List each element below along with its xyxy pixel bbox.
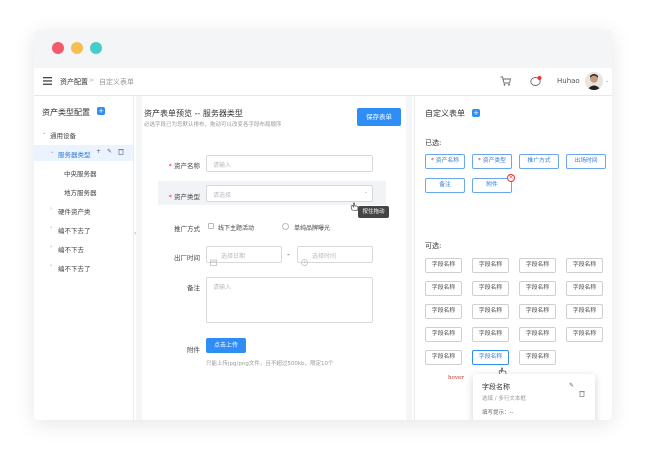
available-field[interactable]: 字段名称: [566, 281, 603, 296]
edit-icon[interactable]: ✎: [569, 382, 574, 389]
promo-method-label: 推广方式: [174, 225, 200, 233]
save-form-button[interactable]: 保存表单: [357, 108, 401, 126]
custom-form-title: 自定义表单: [425, 109, 465, 118]
chevron-down-icon[interactable]: ⌄: [605, 78, 609, 84]
sidebar-tree-item[interactable]: 硬件资产类: [58, 206, 91, 216]
upload-button[interactable]: 点击上传: [206, 338, 246, 353]
tree-toggle-icon[interactable]: ⌄: [42, 130, 47, 136]
date-separator: -: [287, 250, 290, 259]
selected-title: 已选:: [425, 139, 442, 147]
selected-field-tag[interactable]: 附件: [472, 178, 512, 193]
add-asset-type-button[interactable]: +: [97, 107, 105, 115]
asset-name-input[interactable]: 请输入: [206, 155, 373, 172]
clock-icon: [301, 251, 308, 270]
delete-icon[interactable]: [118, 148, 124, 157]
app-window: 资产配置 > 自定义表单 Huhao ⌄ 资产类型配置 + ⌄ 通用设备 ⌄ 服务器类…: [34, 30, 612, 420]
minimize-window-dot[interactable]: [71, 42, 83, 54]
available-field[interactable]: 字段名称: [425, 350, 462, 365]
add-custom-field-button[interactable]: +: [472, 109, 480, 117]
selected-field-tag[interactable]: 备注: [425, 178, 465, 193]
remove-tag-icon[interactable]: ×: [507, 174, 515, 182]
available-title: 可选:: [425, 242, 442, 250]
selected-field-tag[interactable]: 出场时间: [566, 154, 606, 169]
promo-offline-checkbox[interactable]: [208, 223, 214, 229]
available-field[interactable]: 字段名称: [425, 281, 462, 296]
message-icon[interactable]: [530, 76, 542, 89]
sidebar-tree-item[interactable]: 地方服务器: [64, 187, 97, 197]
note-textarea[interactable]: 请输入: [206, 277, 373, 323]
asset-type-select[interactable]: 请选择: [206, 185, 373, 202]
sidebar-tree-item[interactable]: 服务器类型: [58, 149, 91, 159]
top-navbar: 资产配置 > 自定义表单 Huhao ⌄: [34, 68, 612, 96]
preview-card: 资产表单预览 -- 服务器类型 必选字段已为您默认排布，拖动可以改变各字段布局顺…: [142, 96, 406, 420]
window-titlebar: [34, 30, 612, 68]
custom-form-panel: 自定义表单 + 已选: * 资产名称 * 资产类型 推广方式 出场时间备注 附件 × 可选…: [414, 96, 612, 420]
chevron-down-icon: ⌄: [364, 189, 369, 195]
available-field[interactable]: 字段名称: [425, 258, 462, 273]
cart-icon[interactable]: [500, 76, 512, 88]
available-field[interactable]: 字段名称: [519, 304, 556, 319]
delete-icon[interactable]: [579, 382, 585, 401]
popup-field-type: 选填 / 多行文本框: [482, 396, 526, 402]
attachment-label: 附件: [187, 346, 200, 354]
breadcrumb-root[interactable]: 资产配置: [60, 77, 88, 87]
available-field[interactable]: 字段名称: [519, 258, 556, 273]
promo-offline-label[interactable]: 线下主题活动: [218, 223, 254, 232]
breadcrumb-separator: >: [89, 77, 95, 84]
available-field[interactable]: 字段名称: [425, 304, 462, 319]
add-icon[interactable]: +: [96, 148, 101, 155]
field-detail-popup: 字段名称 ✎ 选填 / 多行文本框 填写提示：--: [473, 374, 595, 420]
promo-brand-label[interactable]: 单纯品牌曝光: [294, 223, 330, 232]
available-field[interactable]: 字段名称: [472, 258, 509, 273]
time-picker[interactable]: 选择时间: [297, 246, 373, 263]
available-field[interactable]: 字段名称: [566, 304, 603, 319]
selected-field-tag[interactable]: 推广方式: [519, 154, 559, 169]
maximize-window-dot[interactable]: [90, 42, 102, 54]
selected-field-tag[interactable]: * 资产类型: [472, 154, 512, 169]
tree-toggle-icon[interactable]: ›: [50, 244, 52, 250]
promo-brand-radio[interactable]: [282, 223, 289, 230]
preview-panel: 资产表单预览 -- 服务器类型 必选字段已为您默认排布，拖动可以改变各字段布局顺…: [136, 96, 412, 420]
sidebar-tree-item[interactable]: 中央服务器: [64, 168, 97, 178]
available-field[interactable]: 字段名称: [472, 281, 509, 296]
sidebar: 资产类型配置 + ⌄ 通用设备 ⌄ 服务器类型 + ✎ 中央服务器 地方服务器 › 硬件资产类 › 编…: [34, 96, 134, 420]
sidebar-tree-item[interactable]: 通用设备: [50, 130, 76, 140]
popup-field-hint: 填写提示：--: [482, 410, 514, 416]
tree-toggle-icon[interactable]: ⌄: [50, 149, 55, 155]
tree-toggle-icon[interactable]: ›: [50, 206, 52, 212]
available-field[interactable]: 字段名称: [566, 327, 603, 342]
sidebar-tree-item[interactable]: 编不下去了: [58, 263, 91, 273]
available-field[interactable]: 字段名称: [519, 327, 556, 342]
sidebar-tree-item[interactable]: 编不下去: [58, 244, 84, 254]
menu-icon[interactable]: [43, 77, 52, 85]
tree-toggle-icon[interactable]: ›: [50, 225, 52, 231]
sidebar-title: 资产类型配置: [42, 108, 90, 117]
note-label: 备注: [187, 284, 200, 292]
close-window-dot[interactable]: [52, 42, 64, 54]
tree-toggle-icon[interactable]: ›: [50, 263, 52, 269]
available-field[interactable]: 字段名称: [472, 304, 509, 319]
drag-tooltip: 按住拖动: [358, 206, 389, 218]
breadcrumb-current: 自定义表单: [99, 78, 134, 86]
available-field[interactable]: 字段名称: [519, 281, 556, 296]
sidebar-tree-item[interactable]: 编不下去了: [58, 225, 91, 235]
available-field[interactable]: 字段名称: [519, 350, 556, 365]
edit-icon[interactable]: ✎: [107, 148, 112, 155]
available-field[interactable]: 字段名称: [425, 327, 462, 342]
selected-field-tag[interactable]: * 资产名称: [425, 154, 465, 169]
preview-title: 资产表单预览 -- 服务器类型: [144, 109, 243, 118]
available-field[interactable]: 字段名称: [566, 258, 603, 273]
popup-field-title: 字段名称: [482, 383, 510, 391]
avatar[interactable]: [585, 72, 603, 90]
asset-name-label: * 资产名称: [168, 162, 200, 170]
factory-time-label: 出厂时间: [174, 254, 200, 262]
asset-type-label: * 资产类型: [168, 193, 200, 201]
preview-subtitle: 必选字段已为您默认排布，拖动可以改变各字段布局顺序: [144, 122, 282, 128]
upload-hint: 只能上传jpg/png文件，且不超过500kb，限定10个: [206, 361, 334, 367]
hover-note: hover: [448, 375, 464, 381]
date-picker[interactable]: 选择日期: [206, 246, 282, 263]
username[interactable]: Huhao: [557, 77, 580, 85]
available-field[interactable]: 字段名称: [472, 327, 509, 342]
calendar-icon: [210, 251, 217, 270]
